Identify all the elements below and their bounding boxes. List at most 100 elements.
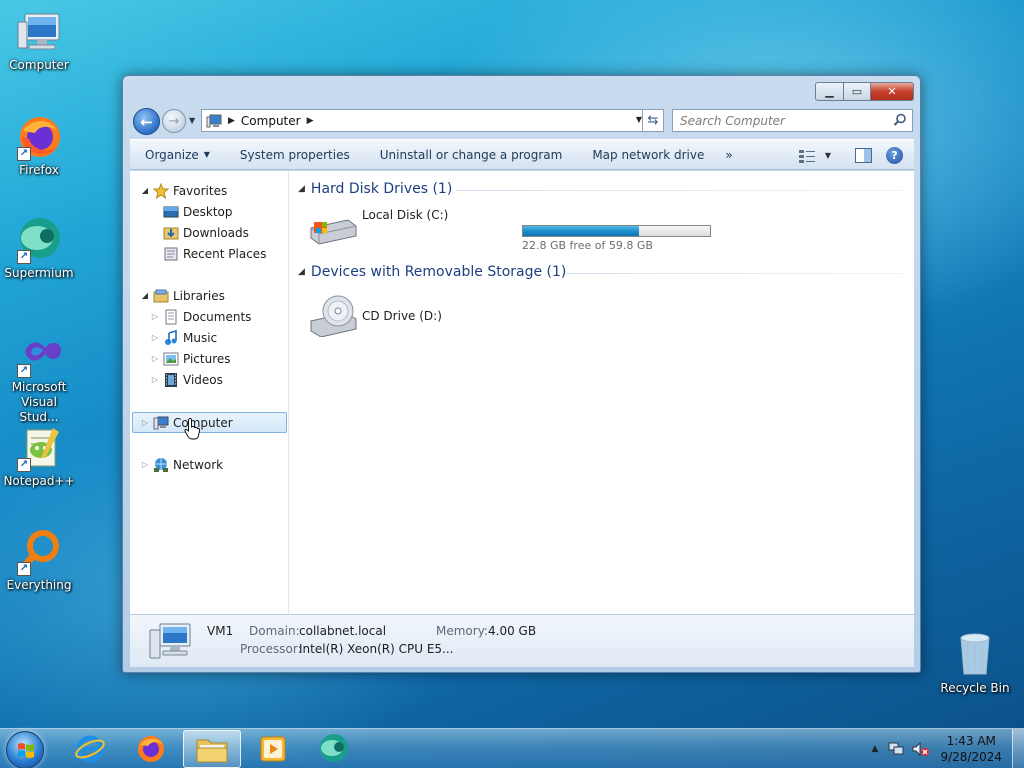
desktop-icon-visual-studio[interactable]: ↗ Microsoft Visual Stud... [0,330,78,425]
group-header-hard-disk-drives[interactable]: ◢ Hard Disk Drives (1) [298,181,452,197]
taskbar-windows-explorer[interactable] [183,730,241,768]
collapse-group-icon[interactable]: ◢ [298,184,305,194]
nav-label: Computer [173,415,233,430]
more-commands-button[interactable]: » [719,148,738,162]
show-desktop-button[interactable] [1012,729,1024,768]
firefox-icon [138,736,164,762]
collapse-group-icon[interactable]: ◢ [298,267,305,277]
recent-pages-dropdown[interactable]: ▼ [189,116,195,125]
expanded-arrow-icon[interactable]: ◢ [140,186,150,195]
desktop-icon-label: Supermium [4,266,74,280]
taskbar-internet-explorer[interactable] [61,730,119,768]
desktop-icon-recycle-bin[interactable]: Recycle Bin [940,630,1010,695]
breadcrumb-computer[interactable]: Computer [241,114,301,128]
computer-icon [153,416,169,429]
shortcut-arrow-icon: ↗ [17,250,31,264]
explorer-window: ▁ ▭ ✕ ← → ▼ ▶ Computer ▶ ▼ ⇆ Search Comp… [122,75,921,673]
close-button[interactable]: ✕ [871,82,914,101]
nav-label: Pictures [183,351,231,366]
preview-pane-icon[interactable] [855,148,872,163]
collapsed-arrow-icon[interactable]: ▷ [140,418,150,427]
collapsed-arrow-icon[interactable]: ▷ [140,460,150,469]
command-bar: Organize ▼ System properties Uninstall o… [130,139,914,170]
group-header-removable-storage[interactable]: ◢ Devices with Removable Storage (1) [298,264,566,280]
volume-muted-icon[interactable] [912,741,930,757]
content-area: ◢ Favorites Desktop Downloads Recent Pla… [130,171,914,614]
chevron-down-icon: ▼ [203,150,210,159]
drive-item-local-disk-c[interactable]: Local Disk (C:) [304,203,554,255]
refresh-button[interactable]: ⇆ [642,109,664,132]
nav-item-recent-places[interactable]: Recent Places [150,243,266,264]
collapsed-arrow-icon[interactable]: ▷ [150,375,160,384]
nav-item-network[interactable]: ▷ Network [140,454,223,475]
search-icon[interactable] [893,113,907,127]
maximize-button[interactable]: ▭ [844,82,871,101]
expanded-arrow-icon[interactable]: ◢ [140,291,150,300]
network-status-icon[interactable] [888,741,906,757]
clock[interactable]: 1:43 AM 9/28/2024 [940,733,1002,765]
nav-item-pictures[interactable]: ▷ Pictures [150,348,231,369]
recycle-bin-icon [960,633,990,675]
desktop-icon-computer[interactable]: Computer [0,8,78,73]
system-properties-button[interactable]: System properties [225,139,365,170]
drive-item-cd-drive-d[interactable]: CD Drive (D:) [304,289,504,341]
uninstall-program-button[interactable]: Uninstall or change a program [365,139,578,170]
recent-places-icon [164,247,178,260]
computer-icon [15,8,63,56]
desktop-icon-label: Computer [9,58,69,72]
desktop-icon-everything[interactable]: ↗ Everything [0,528,78,593]
organize-button[interactable]: Organize ▼ [130,139,225,170]
collapsed-arrow-icon[interactable]: ▷ [150,333,160,342]
drive-usage-bar [522,225,711,237]
map-network-drive-button[interactable]: Map network drive [577,139,719,170]
nav-label: Documents [183,309,252,324]
breadcrumb-separator-icon[interactable]: ▶ [307,116,314,126]
search-box[interactable] [672,109,913,132]
view-options-dropdown-icon[interactable]: ▼ [825,151,831,160]
internet-explorer-icon [75,735,105,763]
documents-icon [165,309,177,324]
collapsed-arrow-icon[interactable]: ▷ [150,354,160,363]
back-button[interactable]: ← [133,108,160,135]
domain-value: collabnet.local [299,624,387,638]
drive-label: Local Disk (C:) [362,208,449,222]
supermium-icon: ↗ [15,216,63,264]
start-button[interactable] [6,731,44,768]
forward-arrow-icon: → [168,113,180,129]
taskbar-firefox[interactable] [122,730,180,768]
desktop-icon-notepadpp[interactable]: ↗ Notepad++ [0,424,78,489]
items-view: ◢ Hard Disk Drives (1) Local Disk (C:) 2… [290,171,914,614]
maximize-icon: ▭ [851,85,863,98]
nav-item-desktop[interactable]: Desktop [150,201,233,222]
nav-item-downloads[interactable]: Downloads [150,222,249,243]
nav-item-favorites[interactable]: ◢ Favorites [140,180,227,201]
nav-item-documents[interactable]: ▷ Documents [150,306,251,327]
show-hidden-icons-button[interactable]: ▲ [872,744,879,754]
nav-item-libraries[interactable]: ◢ Libraries [140,285,225,306]
organize-label: Organize [145,147,199,162]
shortcut-arrow-icon: ↗ [17,458,31,472]
address-bar[interactable]: ▶ Computer ▶ ▼ [201,109,647,132]
search-input[interactable] [680,113,885,128]
downloads-icon [163,227,179,239]
nav-item-music[interactable]: ▷ Music [150,327,217,348]
close-icon: ✕ [887,85,897,98]
visual-studio-icon: ↗ [15,330,63,378]
taskbar-supermium[interactable] [305,730,363,768]
forward-button[interactable]: → [162,109,186,133]
breadcrumb-separator-icon[interactable]: ▶ [228,116,235,126]
pictures-icon [163,352,179,365]
desktop-icon-firefox[interactable]: ↗ Firefox [0,113,78,178]
help-icon[interactable]: ? [886,147,903,164]
taskbar-media-player[interactable] [244,730,302,768]
nav-item-videos[interactable]: ▷ Videos [150,369,223,390]
supermium-icon [320,734,348,762]
memory-value: 4.00 GB [488,624,537,638]
nav-label: Libraries [173,288,225,303]
minimize-button[interactable]: ▁ [815,82,844,101]
system-tray: ▲ 1:43 AM 9/28/2024 [872,729,1024,768]
change-view-icon[interactable] [798,149,815,163]
collapsed-arrow-icon[interactable]: ▷ [150,312,160,321]
desktop-icon-supermium[interactable]: ↗ Supermium [0,216,78,281]
navigation-bar: ← → ▼ ▶ Computer ▶ ▼ ⇆ [131,107,913,135]
